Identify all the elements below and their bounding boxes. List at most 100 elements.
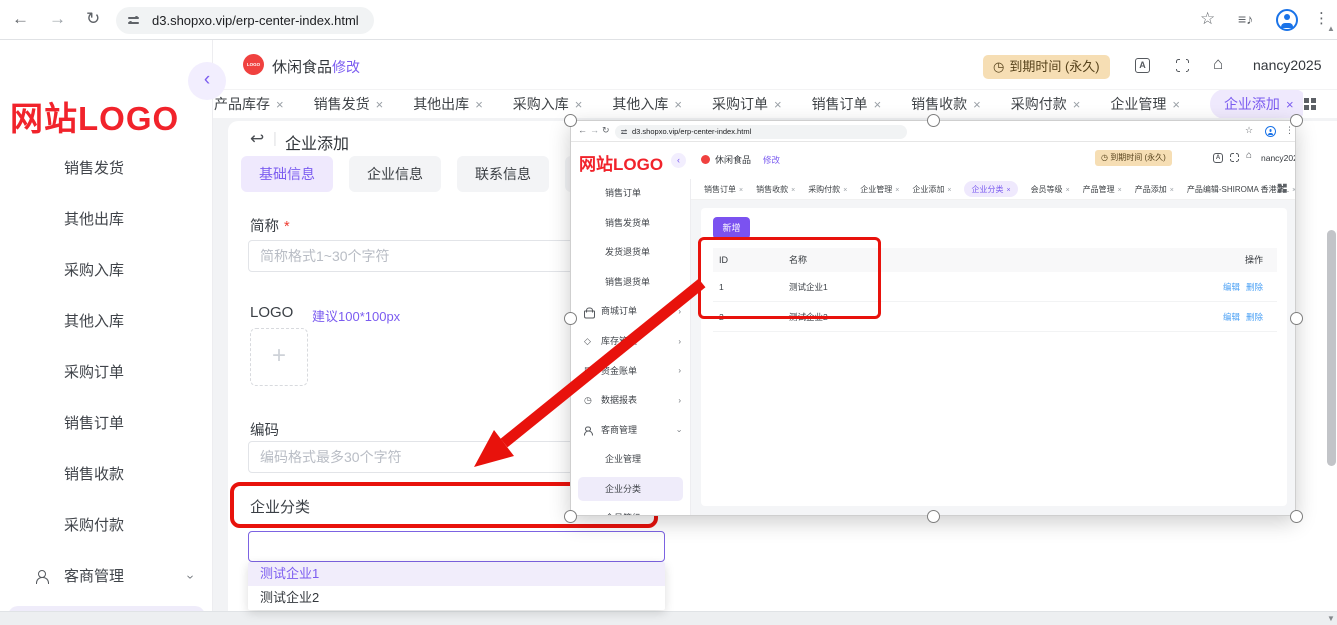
close-icon[interactable]: ×	[774, 97, 782, 112]
sidebar-item[interactable]: 客商管理 ›	[571, 416, 690, 446]
sidebar-item[interactable]: 会员等级	[571, 504, 690, 515]
close-icon[interactable]: ×	[843, 187, 847, 194]
fullscreen-icon[interactable]	[1229, 152, 1240, 163]
reload-icon[interactable]: ↻	[602, 125, 610, 136]
back-icon[interactable]: ←	[12, 9, 29, 29]
sidebar-item[interactable]: 其他入库	[0, 296, 213, 347]
close-icon[interactable]: ×	[1066, 187, 1070, 194]
edit-link[interactable]: 编辑	[1223, 282, 1240, 292]
tabs-overflow-icon[interactable]	[1277, 183, 1287, 193]
sidebar-item[interactable]: 销售订单	[0, 398, 213, 449]
resize-handle-ne[interactable]	[1290, 114, 1303, 127]
open-tab[interactable]: 采购订单 ×	[712, 94, 782, 114]
scrollbar-up-icon[interactable]: ▲	[1327, 24, 1335, 33]
open-tab[interactable]: 企业管理 ×	[1110, 94, 1180, 114]
resize-handle-nw[interactable]	[564, 114, 577, 127]
resize-handle-n[interactable]	[927, 114, 940, 127]
sidebar-item[interactable]: ◇ 库存管理 ›	[571, 327, 690, 357]
open-tab[interactable]: 会员等级 ×	[1031, 184, 1070, 195]
profile-avatar[interactable]	[1276, 9, 1298, 31]
open-tab[interactable]: 其他入库 ×	[612, 94, 682, 114]
open-tab[interactable]: 销售收款 ×	[756, 184, 795, 195]
shop-edit-link[interactable]: 修改	[332, 57, 360, 77]
sidebar-item[interactable]: 采购入库	[0, 245, 213, 296]
forward-icon[interactable]: →	[49, 9, 66, 29]
open-tab[interactable]: 销售订单 ×	[812, 94, 882, 114]
category-option[interactable]: 测试企业1	[248, 562, 665, 586]
close-icon[interactable]: ×	[1292, 187, 1295, 194]
username[interactable]: nancy2025	[1253, 57, 1322, 73]
close-icon[interactable]: ×	[1170, 187, 1174, 194]
site-settings-icon[interactable]	[128, 15, 141, 26]
close-icon[interactable]: ×	[739, 187, 743, 194]
sidebar-item[interactable]: 客商管理 ›	[0, 551, 213, 602]
sidebar-item[interactable]: 销售收款	[0, 449, 213, 500]
form-section-tab[interactable]: 企业信息	[349, 156, 441, 192]
close-icon[interactable]: ×	[575, 97, 583, 112]
delete-link[interactable]: 删除	[1246, 312, 1263, 322]
logo-upload-box[interactable]: +	[250, 328, 308, 386]
open-tab[interactable]: 销售订单 ×	[704, 184, 743, 195]
open-tab[interactable]: 产品管理 ×	[1083, 184, 1122, 195]
language-icon[interactable]: A	[1213, 153, 1223, 163]
sidebar-item[interactable]: 发货退货单	[571, 238, 690, 268]
open-tab[interactable]: 采购付款 ×	[808, 184, 847, 195]
sidebar-item[interactable]: 其他出库	[0, 194, 213, 245]
page-scrollbar-thumb[interactable]	[1327, 230, 1336, 466]
bookmark-star-icon[interactable]: ☆	[1245, 125, 1253, 136]
close-icon[interactable]: ×	[1006, 187, 1010, 194]
close-icon[interactable]: ×	[276, 97, 284, 112]
resize-handle-se[interactable]	[1290, 510, 1303, 523]
close-icon[interactable]: ×	[874, 97, 882, 112]
open-tab[interactable]: 销售收款 ×	[911, 94, 981, 114]
close-icon[interactable]: ×	[895, 187, 899, 194]
close-icon[interactable]: ×	[947, 187, 951, 194]
sidebar-item[interactable]: 企业管理	[571, 445, 690, 475]
language-icon[interactable]: A	[1135, 58, 1150, 73]
resize-handle-sw[interactable]	[564, 510, 577, 523]
reading-list-icon[interactable]: ≡♪	[1238, 11, 1253, 27]
open-tab[interactable]: 企业分类 ×	[964, 181, 1018, 197]
open-tab[interactable]: 采购付款 ×	[1011, 94, 1081, 114]
sidebar-item[interactable]: 销售发货单	[571, 209, 690, 239]
open-tab[interactable]: 产品库存 ×	[214, 94, 284, 114]
fullscreen-icon[interactable]	[1175, 58, 1190, 73]
inner-address-bar[interactable]: d3.shopxo.vip/erp-center-index.html	[615, 124, 907, 139]
browser-menu-icon[interactable]: ⋮	[1285, 125, 1294, 136]
forward-icon[interactable]: →	[590, 125, 599, 135]
bookmark-star-icon[interactable]: ☆	[1200, 9, 1215, 29]
close-icon[interactable]: ×	[674, 97, 682, 112]
close-icon[interactable]: ×	[1286, 97, 1294, 112]
add-category-button[interactable]: 新增	[713, 217, 750, 239]
reload-icon[interactable]: ↻	[86, 9, 100, 29]
open-tab[interactable]: 企业管理 ×	[860, 184, 899, 195]
close-icon[interactable]: ×	[376, 97, 384, 112]
sidebar-item[interactable]: 企业分类	[578, 476, 683, 501]
form-section-tab[interactable]: 联系信息	[457, 156, 549, 192]
sidebar-item[interactable]: 销售发货	[0, 143, 213, 194]
close-icon[interactable]: ×	[1118, 187, 1122, 194]
sidebar-collapse-button[interactable]: ‹	[188, 62, 226, 100]
sidebar-item[interactable]: 采购付款	[0, 500, 213, 551]
sidebar-item[interactable]: 销售订单	[571, 179, 690, 209]
close-icon[interactable]: ×	[475, 97, 483, 112]
tabs-overflow-icon[interactable]	[1303, 97, 1316, 110]
open-tab[interactable]: 产品添加 ×	[1135, 184, 1174, 195]
username[interactable]: nancy2025	[1261, 153, 1295, 163]
scrollbar-down-icon[interactable]: ▼	[1327, 614, 1335, 623]
home-icon[interactable]: ⌂	[1246, 150, 1252, 161]
back-icon[interactable]: ←	[578, 125, 587, 135]
address-bar[interactable]: d3.shopxo.vip/erp-center-index.html	[116, 7, 374, 34]
close-icon[interactable]: ×	[1172, 97, 1180, 112]
shop-edit-link[interactable]: 修改	[763, 154, 780, 166]
sidebar-item[interactable]: 采购订单	[0, 347, 213, 398]
open-tab[interactable]: 企业添加 ×	[912, 184, 951, 195]
edit-link[interactable]: 编辑	[1223, 312, 1240, 322]
back-page-icon[interactable]: ↩	[250, 129, 264, 149]
sidebar-collapse-button[interactable]: ‹	[671, 153, 686, 168]
delete-link[interactable]: 删除	[1246, 282, 1263, 292]
close-icon[interactable]: ×	[973, 97, 981, 112]
resize-handle-s[interactable]	[927, 510, 940, 523]
open-tab[interactable]: 销售发货 ×	[314, 94, 384, 114]
close-icon[interactable]: ×	[1073, 97, 1081, 112]
